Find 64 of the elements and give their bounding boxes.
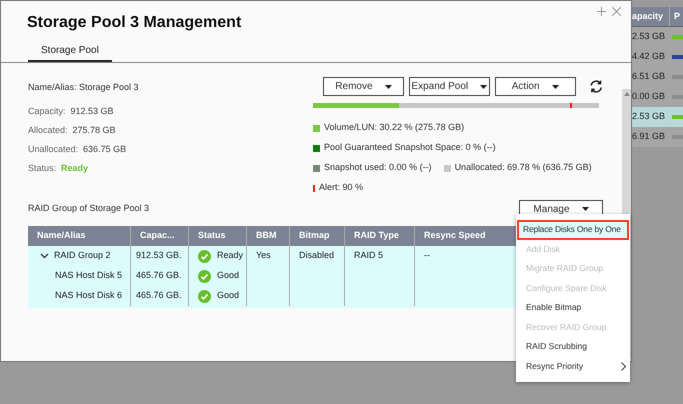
legend-label: Pool Guaranteed Snapshot Space: 0 % (--) xyxy=(324,141,496,154)
pool-name: Name/Alias: Storage Pool 3 xyxy=(28,81,140,94)
table-row[interactable]: 2.53 GB xyxy=(632,27,683,47)
table-row[interactable]: 6.91 GB xyxy=(632,127,683,147)
table-row[interactable]: 4.42 GB xyxy=(632,47,683,67)
check-circle-icon xyxy=(198,290,211,302)
bitmap-cell-text: Disabled xyxy=(299,249,334,262)
add-icon[interactable] xyxy=(597,7,606,16)
field-value: 275.78 GB xyxy=(72,124,116,138)
field-label: Status: xyxy=(28,162,56,176)
column-header: P xyxy=(673,10,682,23)
dropdown-button[interactable]: Action xyxy=(494,77,576,96)
legend-label: Unallocated: 69.78 % (636.75 GB) xyxy=(454,161,592,174)
close-icon[interactable] xyxy=(612,7,621,16)
table-row[interactable]: 0.00 GB xyxy=(632,87,683,107)
refresh-icon[interactable] xyxy=(588,79,603,94)
capacity-cell-text: 465.76 GB. xyxy=(136,269,182,282)
capacity-cell-text: 4.42 GB xyxy=(632,50,666,64)
capacity-cell-text: 6.91 GB xyxy=(632,130,666,144)
caret-icon xyxy=(384,84,392,88)
capacity-cell-text: 2.53 GB xyxy=(632,30,666,44)
raid-type-cell-text: RAID 5 xyxy=(354,249,384,262)
table-row[interactable]: 6.51 GB xyxy=(632,67,683,87)
name-cell-text: RAID Group 2 xyxy=(54,249,111,262)
menu-item[interactable]: Resync Priority xyxy=(516,356,630,376)
dropdown-button[interactable]: Expand Pool xyxy=(408,77,490,96)
check-circle-icon xyxy=(198,250,211,262)
caret-icon xyxy=(552,84,559,88)
section-title: RAID Group of Storage Pool 3 xyxy=(28,202,150,216)
capacity-cell-text: 0.00 GB xyxy=(632,90,666,104)
dropdown-button[interactable]: Remove xyxy=(323,77,404,96)
name-cell-text: NAS Host Disk 6 xyxy=(55,289,122,302)
capacity-cell-text: 6.51 GB xyxy=(632,70,666,84)
menu-item[interactable]: Replace Disks One by One xyxy=(517,220,629,240)
tab[interactable]: Storage Pool xyxy=(28,43,112,62)
resync-speed-cell-text: -- xyxy=(424,249,430,262)
status-cell-text: Good xyxy=(217,289,240,302)
window-title: Storage Pool 3 Management xyxy=(27,13,242,33)
capacity-cell-text: 465.76 GB. xyxy=(136,289,182,302)
name-cell-text: NAS Host Disk 5 xyxy=(55,269,122,282)
bbm-cell-text: Yes xyxy=(256,249,271,262)
scroll-up-icon[interactable] xyxy=(624,92,630,96)
field-value: 912.53 GB xyxy=(70,105,114,118)
capacity-cell-text: 912.53 GB. xyxy=(136,249,182,262)
legend-label: Alert: 90 % xyxy=(319,181,364,194)
status-cell-text: Ready xyxy=(217,249,244,262)
chevron-right-icon xyxy=(621,362,626,371)
field-value: Ready xyxy=(61,162,88,176)
status-cell-text: Good xyxy=(217,269,240,282)
table-row[interactable]: 2.53 GB xyxy=(632,107,683,127)
column-header: apacity xyxy=(632,7,670,26)
menu-item[interactable]: Enable Bitmap xyxy=(516,298,630,318)
legend-label: Snapshot used: 0.00 % (--) xyxy=(324,161,432,174)
capacity-cell-text: 2.53 GB xyxy=(632,110,666,124)
caret-icon xyxy=(480,84,488,88)
expand-chevron-icon[interactable] xyxy=(40,253,49,259)
field-label: Capacity: xyxy=(28,105,66,118)
check-circle-icon xyxy=(198,270,211,282)
field-label: Allocated: xyxy=(28,124,68,138)
field-value: 636.75 GB xyxy=(83,143,126,156)
legend-label: Volume/LUN: 30.22 % (275.78 GB) xyxy=(324,121,464,134)
menu-item[interactable]: RAID Scrubbing xyxy=(516,337,630,356)
field-label: Unallocated: xyxy=(28,143,78,156)
caret-icon xyxy=(582,207,589,211)
